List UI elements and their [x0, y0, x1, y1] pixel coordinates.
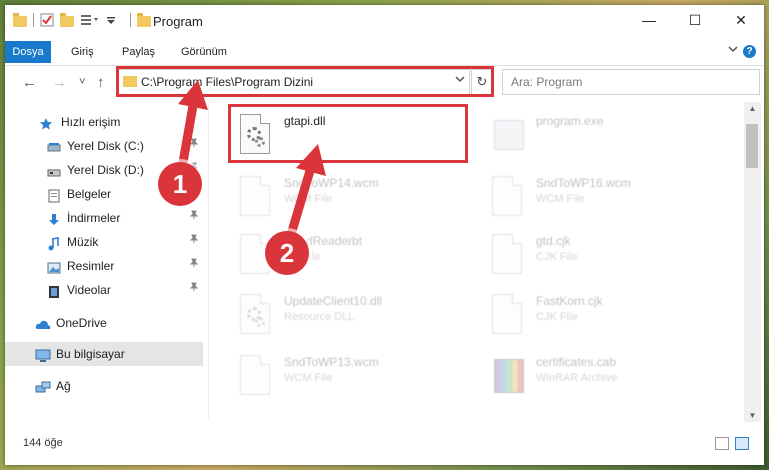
arrow-step2 [285, 159, 317, 243]
arrow-step1-head [178, 80, 208, 110]
arrow-step1 [177, 95, 199, 173]
step-marker-1: 1 [158, 162, 202, 206]
step-marker-2: 2 [265, 231, 309, 275]
annotation-arrows [177, 80, 326, 243]
arrow-step2-head [296, 144, 326, 176]
